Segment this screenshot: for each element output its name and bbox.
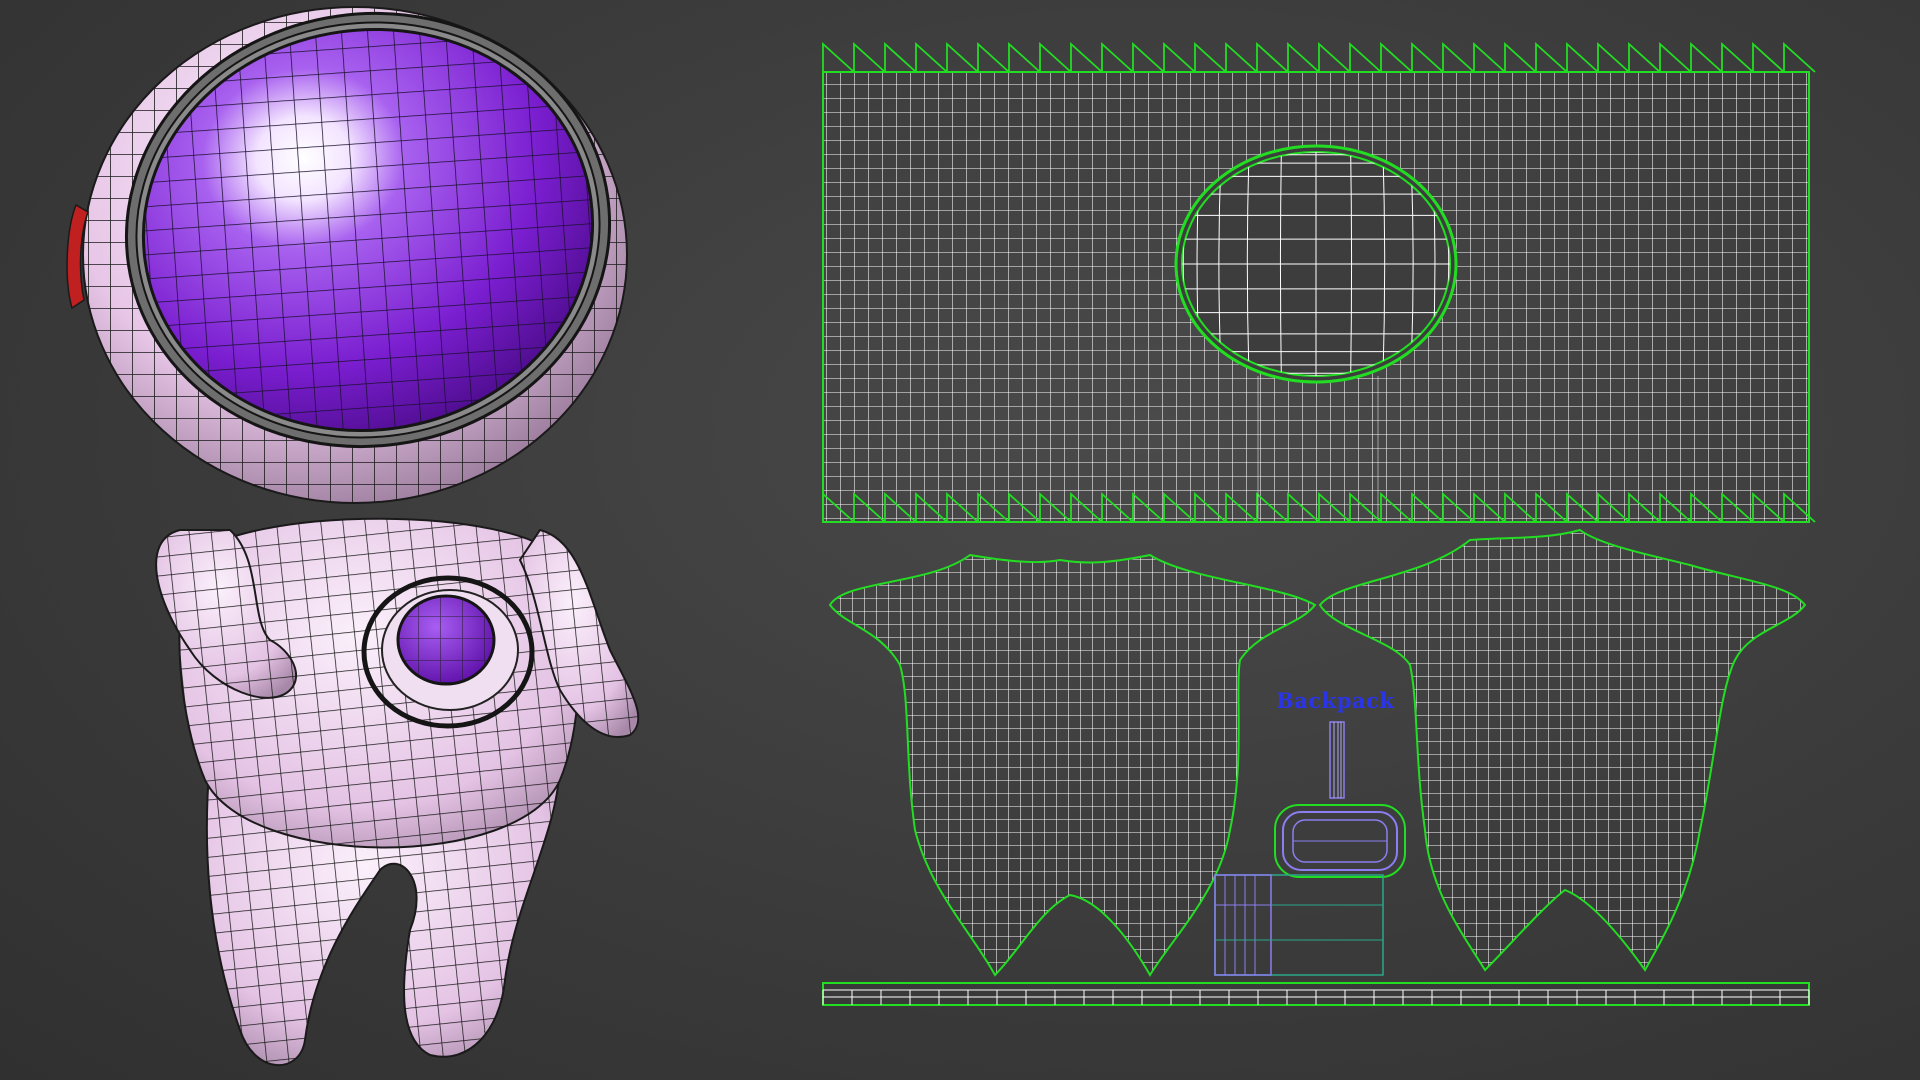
- helmet-shell-top-seam: [822, 41, 1816, 73]
- helmet-uv-shell[interactable]: [822, 41, 1816, 523]
- uv-editor[interactable]: Backpack: [822, 41, 1816, 1006]
- helmet: [66, 6, 628, 504]
- backpack-uv-shells[interactable]: Backpack: [1214, 688, 1406, 976]
- backpack-side-shell: [1214, 874, 1384, 976]
- character-model[interactable]: [60, 0, 660, 1066]
- visor-uv-ellipse: [1174, 144, 1458, 384]
- viewport-stage: Backpack: [60, 0, 1816, 1066]
- body-back-uv-shell[interactable]: [1318, 528, 1807, 972]
- backpack-box-shell: [1274, 804, 1406, 878]
- backpack-strap-shell: [1329, 721, 1345, 799]
- chest-emblem: [361, 575, 535, 729]
- backpack-label: Backpack: [1276, 688, 1394, 713]
- body-front-uv-shell[interactable]: [828, 553, 1317, 977]
- bottom-strip-uv-shell[interactable]: [822, 982, 1810, 1006]
